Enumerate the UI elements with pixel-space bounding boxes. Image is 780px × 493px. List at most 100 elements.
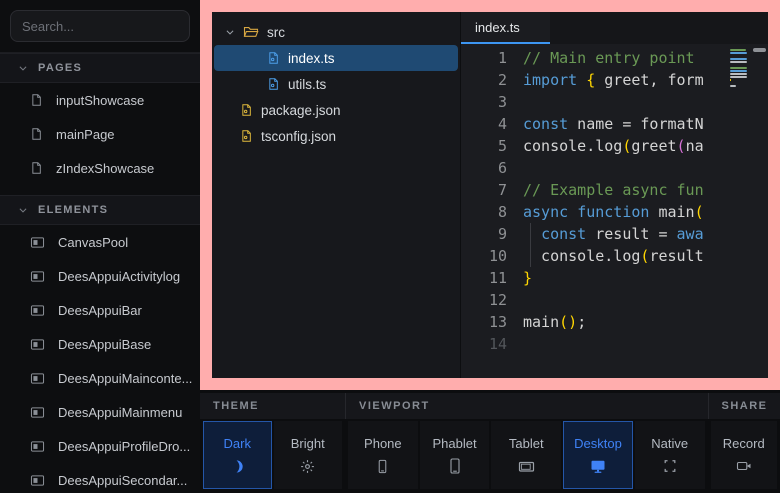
toolbar-section-label: SHARE	[708, 393, 780, 419]
viewport-desktop-button[interactable]: Desktop	[563, 421, 633, 489]
sidebar: PAGES inputShowcase mainPagezIndexShowcase…	[0, 0, 200, 493]
sidebar-item-DeesAppuiActivitylog[interactable]: DeesAppuiActivitylog	[0, 259, 200, 293]
tree-item-package.json[interactable]: package.json	[214, 97, 458, 123]
scrollbar-thumb[interactable]	[753, 48, 766, 52]
item-label: DeesAppuiSecondar...	[58, 473, 187, 488]
code-line-12[interactable]: 12	[461, 289, 730, 311]
tree-item-label: tsconfig.json	[261, 129, 336, 144]
minimap-line	[730, 76, 747, 78]
token: result =	[586, 225, 676, 243]
sidebar-item-DeesAppuiBase[interactable]: DeesAppuiBase	[0, 327, 200, 361]
page-icon	[30, 127, 43, 141]
line-text	[523, 91, 730, 113]
token: const	[523, 115, 568, 133]
item-label: DeesAppuiActivitylog	[58, 269, 180, 284]
code-area[interactable]: 1// Main entry point2import { greet, for…	[461, 44, 768, 378]
button-label: Dark	[224, 436, 251, 451]
code-line-8[interactable]: 8async function main(	[461, 201, 730, 223]
moon-icon	[230, 458, 245, 474]
code-line-10[interactable]: 10 console.log(result	[461, 245, 730, 267]
viewport-tablet-button[interactable]: Tablet	[491, 421, 561, 489]
tree-item-tsconfig.json[interactable]: tsconfig.json	[214, 123, 458, 149]
minimap-line	[730, 67, 747, 69]
json-file-icon	[240, 103, 253, 117]
toolbar-buttons: Phone Phablet Tablet Desktop Native	[345, 419, 708, 493]
token: awa	[677, 225, 704, 243]
section-gap	[0, 185, 200, 195]
token: const	[541, 225, 586, 243]
code-line-14[interactable]: 14	[461, 333, 730, 355]
toolbar-buttons: Record	[708, 419, 780, 493]
token	[577, 71, 586, 89]
toolbar-section-theme: THEME Dark Bright	[200, 393, 345, 493]
code-line-9[interactable]: 9 const result = awa	[461, 223, 730, 245]
tab-index-ts[interactable]: index.ts	[461, 12, 550, 44]
editor-tabbar: index.ts	[461, 12, 768, 44]
code-line-4[interactable]: 4const name = formatN	[461, 113, 730, 135]
line-text: import { greet, form	[523, 69, 730, 91]
code-line-7[interactable]: 7// Example async fun	[461, 179, 730, 201]
line-number: 5	[461, 135, 523, 157]
indent-guide	[530, 245, 531, 267]
sidebar-item-mainPage[interactable]: mainPage	[0, 117, 200, 151]
line-number: 1	[461, 47, 523, 69]
token: async	[523, 203, 568, 221]
component-icon	[30, 440, 45, 453]
button-label: Desktop	[574, 436, 622, 451]
theme-dark-button[interactable]: Dark	[203, 421, 272, 489]
toolbar-section-label: THEME	[200, 393, 345, 419]
token: // Main entry point	[523, 49, 695, 67]
search-input[interactable]	[11, 19, 189, 34]
share-record-button[interactable]: Record	[711, 421, 778, 489]
search-box[interactable]	[10, 10, 190, 42]
code-editor: index.ts 1// Main entry point2import { g…	[460, 12, 768, 378]
chevron-down-icon	[18, 205, 28, 215]
sidebar-item-DeesAppuiMainmenu[interactable]: DeesAppuiMainmenu	[0, 395, 200, 429]
minimap[interactable]	[730, 47, 752, 378]
viewport-native-button[interactable]: Native	[635, 421, 705, 489]
line-number: 10	[461, 245, 523, 267]
tree-item-index.ts[interactable]: index.ts	[214, 45, 458, 71]
code-lines[interactable]: 1// Main entry point2import { greet, for…	[461, 47, 730, 378]
line-number: 6	[461, 157, 523, 179]
token	[568, 203, 577, 221]
line-text: // Main entry point	[523, 47, 730, 69]
line-number: 7	[461, 179, 523, 201]
token: (	[559, 313, 568, 331]
item-label: inputShowcase	[56, 93, 144, 108]
viewport-phablet-button[interactable]: Phablet	[420, 421, 490, 489]
indent-guide	[530, 223, 531, 245]
code-line-3[interactable]: 3	[461, 91, 730, 113]
sidebar-item-DeesAppuiMainconte[interactable]: DeesAppuiMainconte...	[0, 361, 200, 395]
token: {	[586, 71, 595, 89]
sidebar-item-DeesAppuiSecondar[interactable]: DeesAppuiSecondar...	[0, 463, 200, 493]
item-label: DeesAppuiProfileDro...	[58, 439, 190, 454]
sidebar-item-inputShowcase[interactable]: inputShowcase	[0, 83, 200, 117]
theme-bright-button[interactable]: Bright	[274, 421, 343, 489]
code-line-1[interactable]: 1// Main entry point	[461, 47, 730, 69]
sidebar-item-DeesAppuiProfileDro[interactable]: DeesAppuiProfileDro...	[0, 429, 200, 463]
line-text: const result = awa	[523, 223, 730, 245]
viewport-phone-button[interactable]: Phone	[348, 421, 418, 489]
line-text	[523, 333, 730, 355]
tree-item-utils.ts[interactable]: utils.ts	[214, 71, 458, 97]
code-line-13[interactable]: 13main();	[461, 311, 730, 333]
button-label: Phablet	[433, 436, 477, 451]
line-number: 9	[461, 223, 523, 245]
tree-item-src[interactable]: src	[214, 19, 458, 45]
file-tree: srcindex.tsutils.tspackage.json tsconfig.…	[212, 12, 460, 378]
sidebar-item-DeesAppuiBar[interactable]: DeesAppuiBar	[0, 293, 200, 327]
scrollbar[interactable]	[752, 47, 768, 378]
code-line-6[interactable]: 6	[461, 157, 730, 179]
line-text: console.log(greet(na	[523, 135, 730, 157]
token: ;	[577, 313, 586, 331]
line-text	[523, 289, 730, 311]
code-line-2[interactable]: 2import { greet, form	[461, 69, 730, 91]
code-line-11[interactable]: 11}	[461, 267, 730, 289]
sidebar-item-zIndexShowcase[interactable]: zIndexShowcase	[0, 151, 200, 185]
sidebar-section-pages[interactable]: PAGES	[0, 53, 200, 83]
sidebar-section-elements[interactable]: ELEMENTS	[0, 195, 200, 225]
sidebar-item-CanvasPool[interactable]: CanvasPool	[0, 225, 200, 259]
code-line-5[interactable]: 5console.log(greet(na	[461, 135, 730, 157]
sun-icon	[300, 458, 315, 474]
